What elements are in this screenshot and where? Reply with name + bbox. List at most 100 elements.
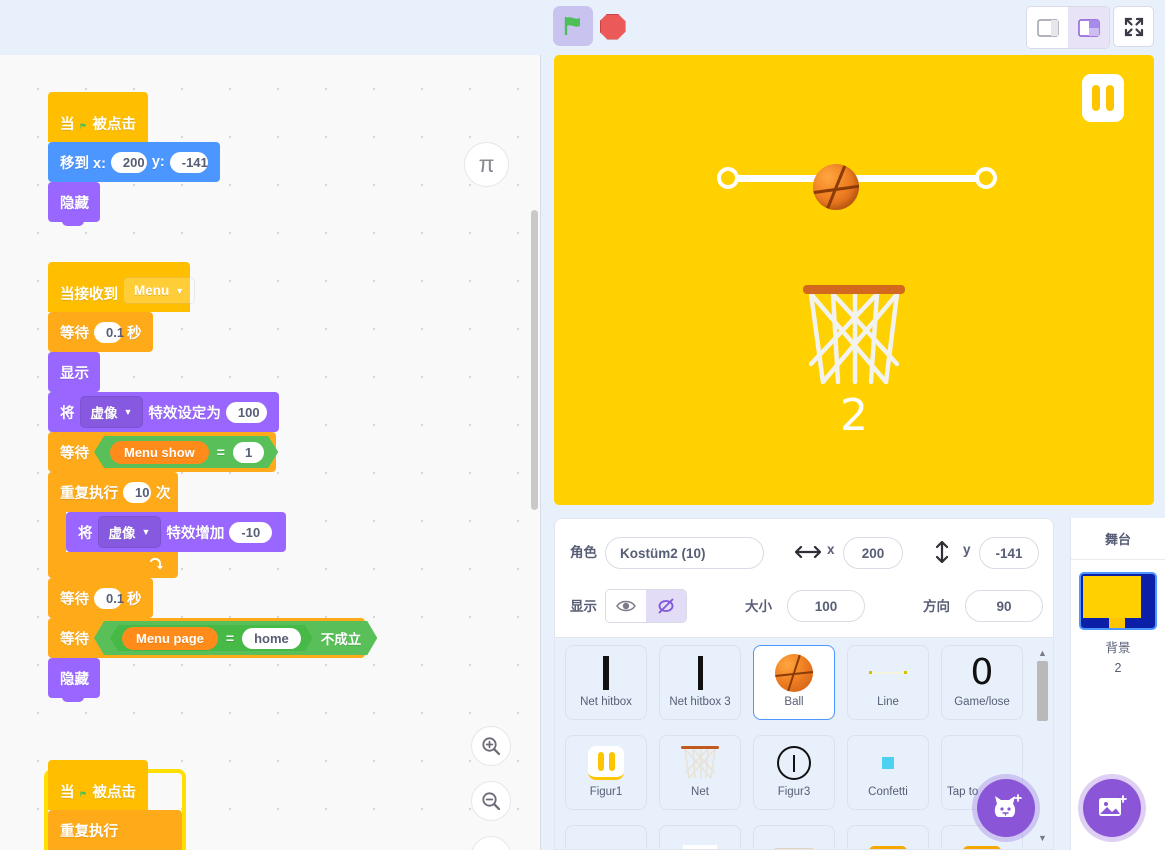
add-sprite-button[interactable] (977, 779, 1035, 837)
change-effect-by-block[interactable]: 将 虚像 ▼ 特效增加 -10 (66, 512, 286, 556)
sprite-tile-figur3[interactable]: Figur3 (753, 735, 835, 810)
forever-block[interactable]: 重复执行 (48, 810, 182, 850)
sprite-tile-row3-3[interactable]: Say (753, 825, 835, 849)
green-flag-button[interactable] (553, 6, 593, 46)
effect-dropdown-1[interactable]: 虚像 ▼ (79, 396, 144, 428)
go-to-xy-block[interactable]: 移到 x: 200 y: -141 (48, 142, 220, 186)
when-flag-clicked-block[interactable]: 当 被点击 (48, 80, 148, 146)
sprite-name-input[interactable]: Kostüm2 (10) (605, 537, 764, 569)
sprite-tile-net-hitbox-3[interactable]: Net hitbox 3 (659, 645, 741, 720)
net-sprite (803, 285, 905, 390)
fullscreen-button[interactable] (1113, 6, 1154, 47)
block-label-set: 将 (60, 405, 75, 422)
equals-right-input-2[interactable]: home (242, 628, 301, 649)
effect-value-1: 虚像 (90, 406, 118, 421)
script-3[interactable]: 当 被点击 重复执行 (44, 748, 186, 850)
wait-seconds-block-2[interactable]: 等待 0.1 秒 (48, 578, 153, 622)
not-operator-block[interactable]: Menu page = home 不成立 (94, 621, 377, 655)
sprite-tile-confetti[interactable]: Confetti (847, 735, 929, 810)
wait-until-block-2[interactable]: 等待 Menu page = home 不成立 (48, 618, 365, 662)
sprite-label: Line (877, 696, 899, 708)
block-label-effect-change: 特效增加 (166, 525, 225, 542)
equals-operator-block-1[interactable]: Menu show = 1 (94, 436, 278, 468)
stage-canvas[interactable]: 2 (554, 55, 1154, 505)
chevron-down-icon: ▼ (175, 285, 185, 296)
sprite-label: Ball (784, 696, 804, 708)
effect-change-input[interactable]: -10 (229, 521, 273, 543)
block-label-hide-2: 隐藏 (60, 671, 89, 688)
goto-x-input[interactable]: 200 (110, 151, 147, 173)
visibility-toggle (605, 589, 687, 623)
sprite-thumbnail (865, 652, 911, 694)
zoom-in-button[interactable] (471, 726, 511, 766)
show-block[interactable]: 显示 (48, 352, 100, 396)
equals-right-input-1[interactable]: 1 (233, 442, 264, 463)
sprite-list-scroll-thumb[interactable] (1037, 661, 1048, 721)
stage-thumbnail[interactable] (1079, 572, 1157, 630)
hide-sprite-button[interactable] (646, 590, 686, 622)
block-label-goto: 移到 x: (60, 155, 106, 172)
repeat-count-input[interactable]: 10 (123, 481, 151, 503)
pi-extension-button[interactable]: π (464, 142, 509, 187)
sprite-thumbnail (677, 742, 723, 784)
size-input[interactable]: 100 (787, 590, 865, 622)
menu-show-variable[interactable]: Menu show (110, 441, 209, 464)
when-flag-clicked-block-2[interactable]: 当 被点击 (48, 748, 148, 814)
sprite-thumbnail (771, 742, 817, 784)
sprite-tile-row3-2[interactable] (659, 825, 741, 849)
sprite-tile-ball[interactable]: Ball (753, 645, 835, 720)
equals-operator-block-2[interactable]: Menu page = home (110, 625, 313, 651)
effect-value-input[interactable]: 100 (225, 401, 267, 423)
not-label: 不成立 (320, 632, 362, 647)
pause-button[interactable] (1082, 74, 1124, 122)
y-input[interactable]: -141 (979, 537, 1039, 569)
workspace-vertical-scrollbar[interactable] (531, 210, 538, 510)
x-input[interactable]: 200 (843, 537, 903, 569)
hide-block[interactable]: 隐藏 (48, 182, 100, 226)
wait-until-block-1[interactable]: 等待 Menu show = 1 (48, 432, 278, 476)
sprite-tile-row3-1[interactable] (565, 825, 647, 849)
stop-button[interactable] (598, 12, 627, 41)
fullscreen-icon (1124, 17, 1143, 36)
small-stage-button[interactable] (1027, 7, 1068, 48)
stage-header-label: 舞台 (1071, 518, 1165, 560)
large-stage-button[interactable] (1068, 7, 1109, 48)
sprite-thumbnail (583, 652, 629, 694)
repeat-header[interactable]: 重复执行 10 次 (48, 472, 178, 512)
zoom-reset-button[interactable] (471, 836, 511, 850)
sprite-tile-row3-4[interactable] (847, 825, 929, 849)
repeat-times-block[interactable]: 重复执行 10 次 将 虚像 ▼ 特效增加 -10 (48, 472, 365, 582)
direction-input[interactable]: 90 (965, 590, 1043, 622)
wait-duration-input-2[interactable]: 0.1 (94, 587, 124, 609)
sprite-thumbnail: Say (771, 832, 817, 849)
add-backdrop-button[interactable] (1083, 779, 1141, 837)
sprite-tile-figur1[interactable]: Figur1 (565, 735, 647, 810)
goto-y-input[interactable]: -141 (169, 151, 208, 173)
when-broadcast-received-block[interactable]: 当接收到 Menu ▼ (48, 250, 196, 316)
chevron-down-icon: ▼ (123, 407, 133, 417)
workspace-divider (540, 55, 541, 850)
block-label-forever: 重复执行 (60, 823, 118, 840)
zoom-out-button[interactable] (471, 781, 511, 821)
set-effect-to-block[interactable]: 将 虚像 ▼ 特效设定为 100 (48, 392, 279, 436)
sprite-thumbnail (771, 652, 817, 694)
stage-thumbnail-backdrop (1083, 576, 1141, 618)
scroll-up-arrow[interactable]: ▲ (1037, 648, 1048, 658)
broadcast-dropdown[interactable]: Menu ▼ (123, 277, 196, 304)
hide-block-2[interactable]: 隐藏 (48, 658, 100, 702)
top-toolbar (0, 0, 1165, 55)
wait-duration-input[interactable]: 0.1 (94, 321, 124, 343)
show-sprite-button[interactable] (606, 590, 646, 622)
sprite-tile-net-hitbox[interactable]: Net hitbox (565, 645, 647, 720)
blocks-workspace[interactable]: 当 被点击 移到 x: 200 y: -141 隐藏 当接收到 Menu ▼ 等 (0, 55, 541, 850)
sprite-tile-net[interactable]: Net (659, 735, 741, 810)
effect-dropdown-2[interactable]: 虚像 ▼ (97, 516, 162, 548)
script-2[interactable]: 当接收到 Menu ▼ 等待 0.1 秒 显示 将 虚像 ▼ 特效设定为 100… (48, 250, 365, 702)
add-sprite-cat-icon (994, 794, 1022, 817)
menu-page-variable[interactable]: Menu page (122, 627, 218, 650)
sprite-tile-line[interactable]: Line (847, 645, 929, 720)
scroll-down-arrow[interactable]: ▼ (1037, 833, 1048, 843)
script-1[interactable]: 当 被点击 移到 x: 200 y: -141 隐藏 (48, 80, 220, 226)
wait-seconds-block-1[interactable]: 等待 0.1 秒 (48, 312, 153, 356)
sprite-tile-game-lose[interactable]: 0 Game/lose (941, 645, 1023, 720)
